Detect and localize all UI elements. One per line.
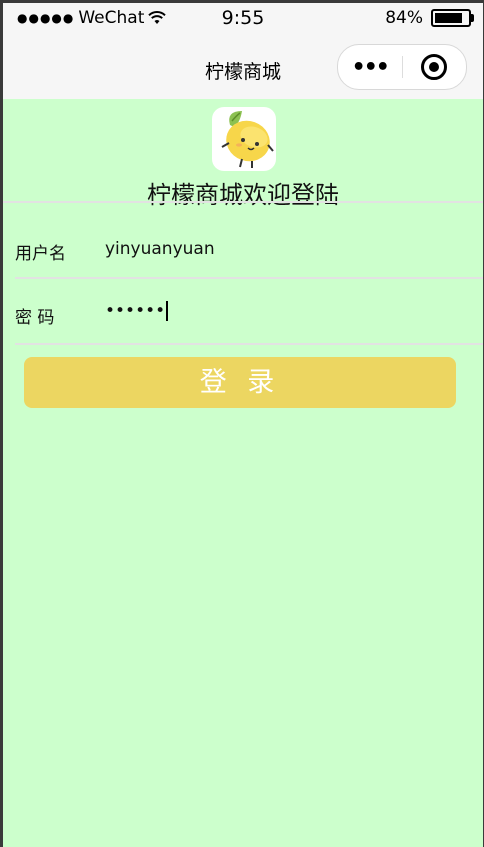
status-bar: ●●●●● WeChat 9:55 84% <box>3 3 483 35</box>
username-label: 用户名 <box>15 244 66 264</box>
nav-bar: 柠檬商城 ••• <box>3 35 483 99</box>
close-button[interactable] <box>403 54 467 80</box>
phone-screen: ●●●●● WeChat 9:55 84% 柠檬商城 ••• 柠檬商城欢迎登陆 … <box>3 3 483 847</box>
battery-icon <box>431 9 474 27</box>
battery-fill <box>435 13 462 23</box>
password-input[interactable]: •••••• <box>105 301 169 321</box>
lemon-mascot-icon <box>221 111 274 168</box>
welcome-heading: 柠檬商城欢迎登陆 <box>147 181 339 209</box>
menu-capsule: ••• <box>337 44 467 90</box>
divider-top <box>3 201 483 203</box>
record-target-icon <box>421 54 448 80</box>
password-value: •••••• <box>105 301 166 321</box>
battery-percent: 84% <box>385 8 423 28</box>
status-right: 84% <box>385 8 474 28</box>
divider-username <box>15 277 483 279</box>
divider-password <box>15 343 483 345</box>
username-input[interactable]: yinyuanyuan <box>105 239 215 259</box>
more-icon[interactable]: ••• <box>338 55 402 80</box>
text-cursor <box>166 301 169 321</box>
login-button[interactable]: 登 录 <box>24 357 456 408</box>
password-label: 密 码 <box>15 308 55 328</box>
lemon-logo <box>212 107 276 171</box>
